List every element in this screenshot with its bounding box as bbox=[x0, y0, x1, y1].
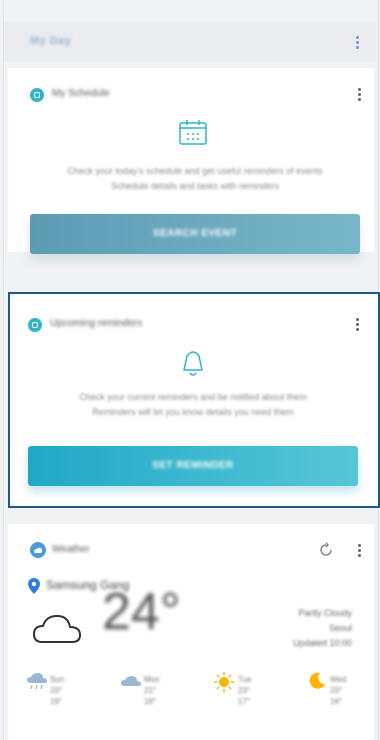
header-title: My Day bbox=[30, 35, 72, 47]
temperature: 24° bbox=[102, 583, 181, 641]
reminder-app-icon bbox=[28, 318, 42, 332]
card-more-icon[interactable] bbox=[358, 544, 362, 558]
calendar-app-icon bbox=[30, 88, 44, 102]
weather-details: Partly Cloudy Seoul Updated 10:00 bbox=[292, 608, 352, 648]
forecast-text: Wed 20° 16° bbox=[330, 675, 347, 706]
card-more-icon[interactable] bbox=[356, 318, 360, 332]
forecast-text: Tue 23° 17° bbox=[238, 675, 252, 706]
cloud-icon bbox=[121, 676, 141, 686]
set-reminder-button[interactable]: SET REMINDER bbox=[28, 446, 358, 486]
card-description: Check your today's schedule and get usef… bbox=[67, 166, 323, 191]
forecast-item: Tue 23° 17° bbox=[214, 672, 274, 722]
calendar-icon bbox=[179, 120, 207, 145]
forecast-text: Sun 20° 19° bbox=[50, 675, 65, 706]
rain-cloud-icon bbox=[27, 673, 47, 690]
forecast-item: Mon 21° 18° bbox=[120, 672, 180, 722]
forecast-item: Wed 20° 16° bbox=[306, 672, 366, 722]
reminder-card[interactable]: Upcoming reminders Check your current re… bbox=[8, 292, 380, 508]
cloud-icon bbox=[33, 615, 81, 643]
card-title: Upcoming reminders bbox=[50, 318, 143, 329]
search-event-button[interactable]: SEARCH EVENT bbox=[30, 214, 360, 254]
card-title: Weather bbox=[52, 544, 90, 555]
sun-icon bbox=[214, 672, 234, 692]
refresh-icon[interactable] bbox=[318, 542, 334, 558]
header-more-icon[interactable] bbox=[356, 36, 360, 50]
location-pin-icon bbox=[28, 578, 40, 594]
weather-app-icon bbox=[30, 542, 46, 558]
forecast-text: Mon 21° 18° bbox=[144, 675, 160, 706]
bell-icon bbox=[183, 351, 203, 376]
card-description: Check your current reminders and be noti… bbox=[79, 392, 307, 417]
card-title: My Schedule bbox=[52, 88, 110, 99]
card-more-icon[interactable] bbox=[358, 88, 362, 102]
schedule-card[interactable]: My Schedule Check your today's schedule … bbox=[8, 68, 374, 254]
forecast-item: Sun 20° 19° bbox=[26, 672, 86, 722]
moon-icon bbox=[309, 672, 325, 689]
weather-card[interactable]: Weather Samsung Gang 24° Partly Cloudy S… bbox=[8, 524, 374, 740]
header-bar: My Day bbox=[4, 22, 376, 62]
